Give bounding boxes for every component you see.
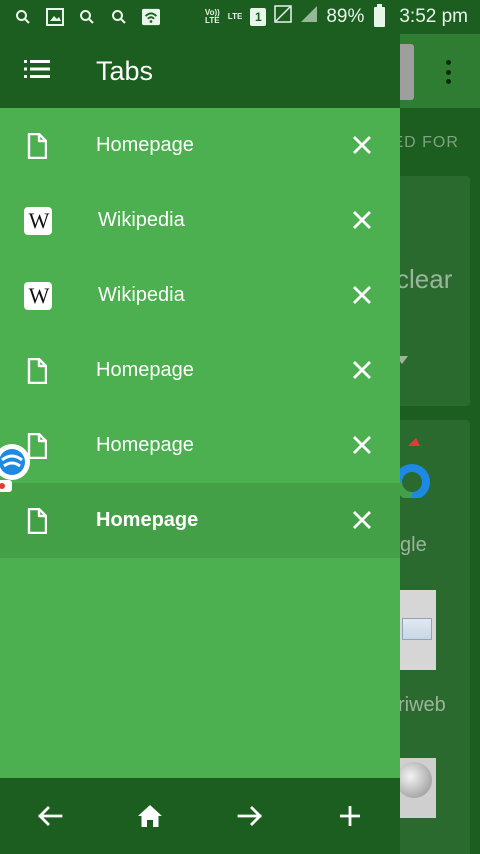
status-bar: Vo)) LTE LTE 1 89% 3:52 pm	[0, 0, 480, 34]
tab-title: Homepage	[96, 434, 194, 456]
lte-icon: LTE	[227, 12, 243, 21]
back-icon[interactable]	[26, 792, 74, 840]
google-logo-icon	[398, 438, 430, 498]
tab-row[interactable]: Homepage	[0, 333, 400, 408]
battery-percent: 89%	[326, 6, 365, 27]
signal-empty-icon	[274, 5, 293, 29]
tab-row[interactable]: Homepage	[0, 108, 400, 183]
floating-assistant-bubble-icon[interactable]	[0, 440, 36, 494]
forward-icon[interactable]	[226, 792, 274, 840]
page-icon	[24, 132, 50, 159]
drawer-header: Tabs	[0, 34, 400, 108]
riweb-label: riweb	[398, 694, 446, 716]
battery-icon	[374, 4, 386, 27]
sim-indicator: 1	[250, 8, 267, 26]
page-icon	[24, 357, 50, 384]
volte-icon: Vo)) LTE	[204, 8, 220, 25]
wikipedia-globe-thumbnail[interactable]	[396, 758, 436, 818]
list-icon[interactable]	[24, 59, 50, 84]
image-icon	[46, 8, 64, 26]
tab-row[interactable]: W Wikipedia	[0, 258, 400, 333]
google-label: gle	[400, 534, 427, 556]
add-icon[interactable]	[326, 792, 374, 840]
tab-row[interactable]: Homepage	[0, 408, 400, 483]
tab-title: Homepage	[96, 359, 194, 381]
home-icon[interactable]	[126, 792, 174, 840]
tab-title: Wikipedia	[98, 209, 185, 231]
search-icon	[78, 8, 96, 26]
clear-text: clear	[396, 264, 453, 294]
tabs-drawer: Tabs Homepage W Wikipedia W Wikipedia Homepag…	[0, 34, 400, 854]
drawer-title: Tabs	[96, 55, 154, 86]
wifi-icon	[142, 8, 160, 26]
page-icon	[24, 507, 50, 534]
clock: 3:52 pm	[399, 6, 468, 27]
close-tab-icon[interactable]	[350, 283, 374, 307]
close-tab-icon[interactable]	[350, 133, 374, 157]
close-tab-icon[interactable]	[350, 208, 374, 232]
drawer-bottom-bar	[0, 778, 400, 854]
tab-row[interactable]: W Wikipedia	[0, 183, 400, 258]
site-thumbnail[interactable]	[400, 590, 436, 670]
tab-title: Homepage	[96, 134, 194, 156]
tab-title: Homepage	[96, 509, 199, 531]
close-tab-icon[interactable]	[350, 508, 374, 532]
tab-row[interactable]: Homepage	[0, 483, 400, 558]
search-icon	[14, 8, 32, 26]
close-tab-icon[interactable]	[350, 358, 374, 382]
wikipedia-icon: W	[24, 206, 52, 235]
overflow-menu-icon[interactable]	[440, 60, 456, 84]
close-tab-icon[interactable]	[350, 433, 374, 457]
search-icon	[110, 8, 128, 26]
wikipedia-icon: W	[24, 281, 52, 310]
tab-list: Homepage W Wikipedia W Wikipedia Homepage Home…	[0, 108, 400, 778]
signal-strength-icon	[300, 5, 318, 29]
tab-title: Wikipedia	[98, 284, 185, 306]
